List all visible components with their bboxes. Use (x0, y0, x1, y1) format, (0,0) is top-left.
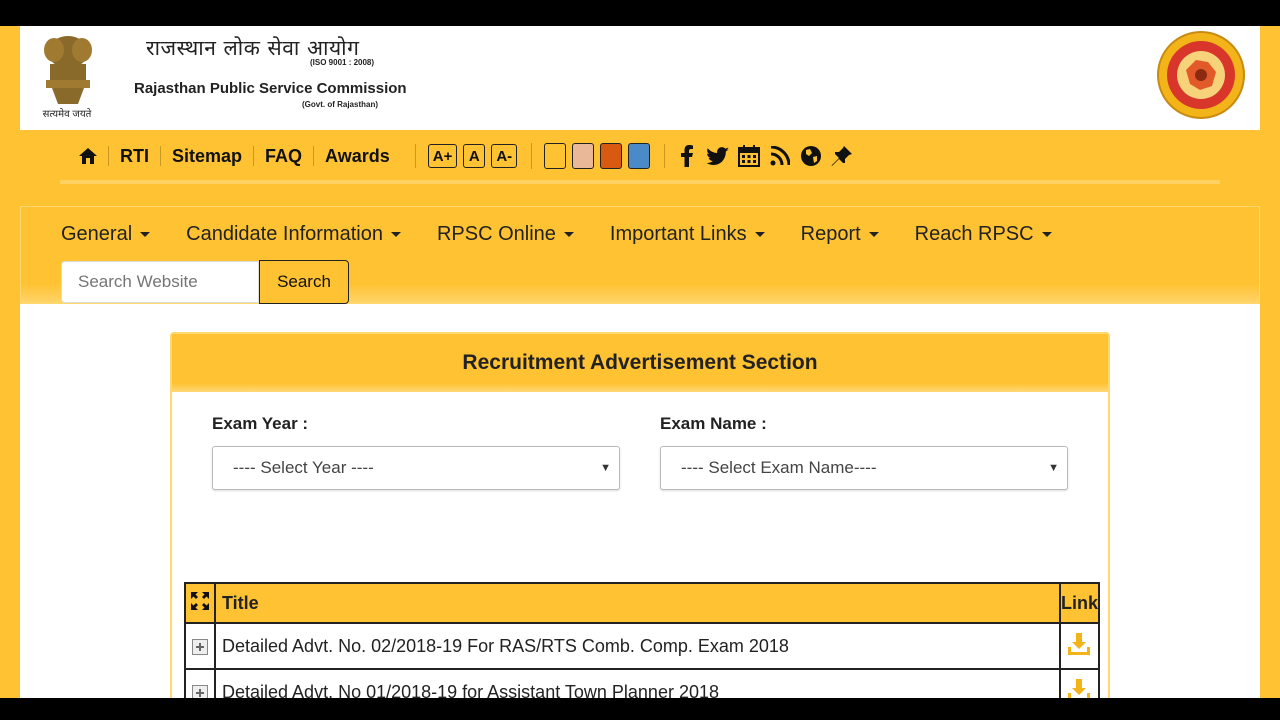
row-title: Detailed Advt. No. 02/2018-19 For RAS/RT… (214, 622, 1061, 670)
download-icon[interactable] (1066, 631, 1092, 657)
theme-swatches (531, 143, 651, 169)
awards-link[interactable]: Awards (313, 146, 401, 166)
main-nav: General Candidate Information RPSC Onlin… (20, 206, 1260, 304)
exam-year-select[interactable]: ---- Select Year ---- ▼ (212, 446, 620, 490)
nav-label: Important Links (609, 223, 747, 245)
exam-name-value: ---- Select Exam Name---- (681, 458, 877, 477)
calendar-icon[interactable] (737, 144, 761, 168)
rss-icon[interactable] (768, 144, 792, 168)
globe-icon[interactable] (799, 144, 823, 168)
exam-year-label: Exam Year : (212, 414, 309, 433)
row-link-cell[interactable] (1058, 668, 1101, 699)
dropdown-arrow-icon: ▼ (600, 462, 611, 474)
panel-title: Recruitment Advertisement Section (172, 334, 1108, 392)
nav-label: RPSC Online (436, 223, 556, 245)
theme-swatch-peach[interactable] (572, 143, 595, 169)
home-icon[interactable] (78, 146, 98, 166)
plus-icon[interactable] (192, 684, 208, 698)
nav-candidate-information[interactable]: Candidate Information (186, 223, 401, 246)
nav-label: Candidate Information (186, 223, 383, 245)
utility-bar: RTI Sitemap FAQ Awards A+ A A- (60, 130, 1220, 184)
theme-swatch-blue[interactable] (628, 143, 651, 169)
social-icons (664, 144, 854, 168)
site-title-english: Rajasthan Public Service Commission (134, 80, 407, 97)
govt-label: (Govt. of Rajasthan) (302, 100, 379, 109)
iso-label: (ISO 9001 : 2008) (310, 58, 375, 67)
theme-swatch-orange[interactable] (600, 143, 623, 169)
advertisement-table: Title Link Detailed Advt. No. 02/2018-19… (184, 582, 1101, 699)
font-decrease-button[interactable]: A- (491, 144, 518, 168)
download-icon[interactable] (1066, 677, 1092, 699)
plus-icon[interactable] (192, 638, 208, 655)
twitter-icon[interactable] (706, 144, 730, 168)
pin-icon[interactable] (830, 144, 854, 168)
caret-down-icon (754, 232, 765, 237)
search-button[interactable]: Search (259, 260, 349, 304)
page: सत्यमेव जयते राजस्थान लोक सेवा आयोग (ISO… (0, 26, 1280, 698)
expand-all-cell[interactable] (184, 582, 216, 624)
nav-rpsc-online[interactable]: RPSC Online (437, 223, 574, 246)
nav-general[interactable]: General (61, 223, 151, 246)
expand-icon (191, 591, 209, 610)
search-input[interactable] (61, 261, 259, 303)
nav-reach-rpsc[interactable]: Reach RPSC (915, 223, 1052, 246)
exam-name-select[interactable]: ---- Select Exam Name---- ▼ (660, 446, 1068, 490)
table-row: Detailed Advt. No. 02/2018-19 For RAS/RT… (184, 622, 1101, 670)
nav-label: Report (800, 223, 861, 245)
caret-down-icon (140, 232, 151, 237)
exam-name-label: Exam Name : (660, 414, 767, 433)
link-header: Link (1058, 582, 1101, 624)
content-area: Recruitment Advertisement Section Exam Y… (20, 304, 1260, 698)
sitemap-link[interactable]: Sitemap (160, 146, 253, 166)
nav-label: General (61, 223, 133, 245)
table-row: Detailed Advt. No 01/2018-19 for Assista… (184, 668, 1101, 699)
font-reset-button[interactable]: A (463, 144, 486, 168)
site-header: सत्यमेव जयते राजस्थान लोक सेवा आयोग (ISO… (20, 26, 1260, 130)
theme-swatch-yellow[interactable] (544, 143, 567, 169)
row-expand-cell[interactable] (184, 668, 216, 698)
row-link-cell[interactable] (1058, 622, 1101, 670)
caret-down-icon (1041, 232, 1052, 237)
nav-report[interactable]: Report (801, 223, 879, 246)
font-increase-button[interactable]: A+ (427, 144, 458, 168)
caret-down-icon (563, 232, 574, 237)
faq-link[interactable]: FAQ (253, 146, 313, 166)
row-title: Detailed Advt. No 01/2018-19 for Assista… (214, 668, 1061, 698)
rpsc-seal-icon (1157, 31, 1245, 119)
emblem-motto: सत्यमेव जयते (42, 109, 92, 120)
row-expand-cell[interactable] (184, 622, 216, 670)
font-size-controls: A+ A A- (414, 144, 518, 168)
caret-down-icon (868, 232, 879, 237)
nav-label: Reach RPSC (914, 223, 1034, 245)
rti-link[interactable]: RTI (108, 146, 160, 166)
exam-year-value: ---- Select Year ---- (233, 458, 374, 477)
video-bottom-bar (0, 698, 1280, 720)
title-header: Title (214, 582, 1061, 624)
facebook-icon[interactable] (675, 144, 699, 168)
table-header-row: Title Link (184, 582, 1101, 624)
dropdown-arrow-icon: ▼ (1048, 462, 1059, 474)
recruitment-panel: Recruitment Advertisement Section Exam Y… (170, 332, 1110, 698)
nav-important-links[interactable]: Important Links (610, 223, 765, 246)
caret-down-icon (390, 232, 401, 237)
